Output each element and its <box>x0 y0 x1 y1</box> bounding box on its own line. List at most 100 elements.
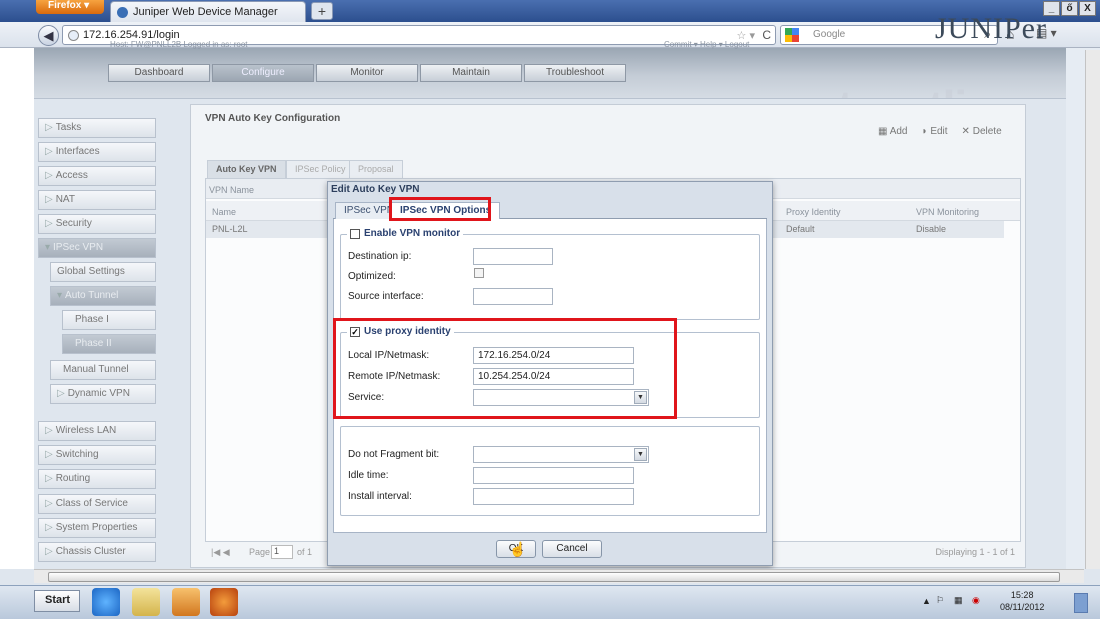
restore-button[interactable]: ő <box>1061 1 1078 16</box>
dialog-title: Edit Auto Key VPN <box>331 184 420 195</box>
sidebar-item-nat[interactable]: ▷ NAT <box>38 190 156 210</box>
sidebar-item-label: Access <box>55 170 88 181</box>
page-title: VPN Auto Key Configuration <box>205 113 341 124</box>
sidebar-item-system-properties[interactable]: ▷ System Properties <box>38 518 156 538</box>
source-interface-input[interactable] <box>473 288 553 305</box>
cell-proxy-identity: Default <box>786 224 815 234</box>
pager-page-label: Page <box>249 547 271 557</box>
idle-time-input[interactable] <box>473 467 634 484</box>
add-icon: ▦ <box>878 126 888 137</box>
sidebar-item-routing[interactable]: ▷ Routing <box>38 469 156 489</box>
sidebar-item-label: Wireless LAN <box>55 425 117 436</box>
sidebar-item-ipsec-vpn[interactable]: ▾ IPSec VPN <box>38 238 156 258</box>
explorer-icon[interactable] <box>132 588 160 616</box>
sidebar-item-security[interactable]: ▷ Security <box>38 214 156 234</box>
enable-vpn-monitor-checkbox[interactable] <box>350 228 360 239</box>
install-interval-label: Install interval: <box>348 491 412 502</box>
flag-icon[interactable]: ⚐ <box>936 595 944 606</box>
sidebar-item-dynamic-vpn[interactable]: ▷ Dynamic VPN <box>50 384 156 404</box>
column-header-name[interactable]: Name <box>212 207 236 217</box>
sidebar-item-label: Switching <box>55 449 99 460</box>
globe-icon <box>68 30 79 41</box>
sidebar-item-label: IPSec VPN <box>53 242 104 253</box>
sidebar-item-access[interactable]: ▷ Access <box>38 166 156 186</box>
tab-auto-key-vpn[interactable]: Auto Key VPN <box>207 160 286 178</box>
start-button[interactable]: Start <box>34 590 80 612</box>
tab-dashboard[interactable]: Dashboard <box>108 64 210 82</box>
network-icon[interactable]: ▦ <box>954 595 963 606</box>
sidebar-item-switching[interactable]: ▷ Switching <box>38 445 156 465</box>
hand-cursor-icon: ☝ <box>509 541 527 557</box>
browser-tab-title: Juniper Web Device Manager <box>133 6 278 18</box>
new-tab-button[interactable]: + <box>311 2 333 20</box>
destination-ip-input[interactable] <box>473 248 553 265</box>
sidebar-item-chassis-cluster[interactable]: ▷ Chassis Cluster <box>38 542 156 562</box>
sidebar-item-auto-tunnel[interactable]: ▾ Auto Tunnel <box>50 286 156 306</box>
horizontal-scrollbar[interactable] <box>34 569 1084 583</box>
sidebar-item-label: Class of Service <box>55 498 128 509</box>
filter-label: VPN Name <box>209 185 255 195</box>
tab-proposal[interactable]: Proposal <box>349 160 403 178</box>
firefox-taskbar-icon[interactable] <box>210 588 238 616</box>
tray-expand-icon[interactable]: ▲ <box>922 596 931 606</box>
sidebar-item-label: Phase II <box>75 338 112 349</box>
tab-configure[interactable]: Configure <box>212 64 314 82</box>
add-button[interactable]: ▦ Add <box>878 126 907 137</box>
idle-time-label: Idle time: <box>348 470 389 481</box>
tab-maintain[interactable]: Maintain <box>420 64 522 82</box>
sidebar-item-global-settings[interactable]: Global Settings <box>50 262 156 282</box>
show-desktop-button[interactable] <box>1074 593 1088 613</box>
pager-nav-icons[interactable]: |◀ ◀ <box>211 547 230 558</box>
column-header-vpn-monitoring[interactable]: VPN Monitoring <box>916 207 979 217</box>
sidebar-item-class-of-service[interactable]: ▷ Class of Service <box>38 494 156 514</box>
vertical-scrollbar[interactable] <box>1085 50 1100 569</box>
edit-label: Edit <box>930 126 948 137</box>
clock[interactable]: 15:28 08/11/2012 <box>1000 589 1044 613</box>
close-window-button[interactable]: X <box>1079 1 1096 16</box>
vpn-monitor-legend: Enable VPN monitor <box>347 228 464 239</box>
sidebar-item-label: Interfaces <box>55 146 100 157</box>
sidebar-item-wireless-lan[interactable]: ▷ Wireless LAN <box>38 421 156 441</box>
cell-name: PNL-L2L <box>212 224 248 234</box>
sidebar-item-manual-tunnel[interactable]: Manual Tunnel <box>50 360 156 380</box>
volume-icon[interactable]: ◉ <box>972 595 980 606</box>
pager-page-input[interactable]: 1 <box>271 545 293 559</box>
pager-of-label: of 1 <box>297 547 313 557</box>
delete-button[interactable]: ✕ Delete <box>962 126 1002 137</box>
firefox-menu-label: Firefox <box>48 0 82 11</box>
sidebar-item-interfaces[interactable]: ▷ Interfaces <box>38 142 156 162</box>
sidebar-item-tasks[interactable]: ▷ Tasks <box>38 118 156 138</box>
system-tray: ▲ ⚐ ▦ ◉ <box>918 588 1068 616</box>
firefox-menu-button[interactable]: Firefox ▾ <box>36 0 104 14</box>
chevron-down-icon[interactable]: ▼ <box>634 448 647 461</box>
sidebar-item-label: Global Settings <box>57 266 125 277</box>
scrollbar-thumb[interactable] <box>48 572 1060 582</box>
tab-troubleshoot[interactable]: Troubleshoot <box>524 64 626 82</box>
do-not-fragment-label: Do not Fragment bit: <box>348 449 440 460</box>
tab-monitor[interactable]: Monitor <box>316 64 418 82</box>
media-player-icon[interactable] <box>172 588 200 616</box>
optimized-checkbox[interactable] <box>474 268 484 278</box>
do-not-fragment-select[interactable]: ▼ <box>473 446 649 463</box>
sidebar-item-label: Phase I <box>75 314 109 325</box>
reload-icon[interactable]: C <box>762 28 771 42</box>
back-button[interactable]: ◀ <box>38 25 59 46</box>
commit-help-logout-links[interactable]: Commit ▾ Help ▾ Logout <box>664 40 749 49</box>
search-placeholder: Google <box>813 29 846 40</box>
optimized-label: Optimized: <box>348 271 396 282</box>
edit-button[interactable]: ◗ Edit <box>921 126 947 137</box>
vpn-monitor-legend-label: Enable VPN monitor <box>364 228 461 239</box>
ie-icon[interactable] <box>92 588 120 616</box>
destination-ip-label: Destination ip: <box>348 251 412 262</box>
install-interval-input[interactable] <box>473 488 634 505</box>
sidebar-item-phase-1[interactable]: Phase I <box>62 310 156 330</box>
column-header-proxy-identity[interactable]: Proxy Identity <box>786 207 841 217</box>
cancel-button[interactable]: Cancel <box>542 540 602 558</box>
edit-icon: ◗ <box>921 126 928 137</box>
tab-ipsec-policy[interactable]: IPSec Policy <box>286 160 355 178</box>
sidebar-item-phase-2[interactable]: Phase II <box>62 334 156 354</box>
sidebar-item-label: Tasks <box>55 122 82 133</box>
juniper-favicon-icon <box>117 7 128 18</box>
google-icon <box>785 28 799 42</box>
browser-tab[interactable]: Juniper Web Device Manager <box>110 1 306 22</box>
